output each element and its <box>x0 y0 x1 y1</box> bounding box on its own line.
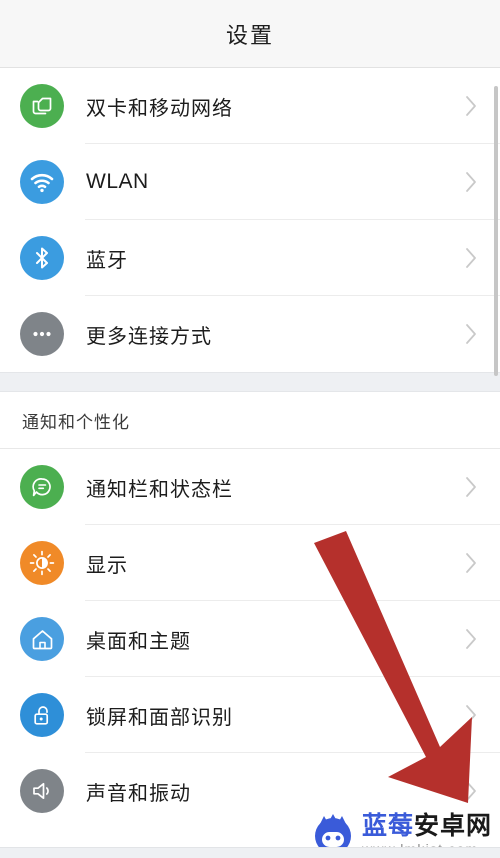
chevron-right-icon <box>448 476 478 498</box>
settings-item-label: 更多连接方式 <box>86 323 212 348</box>
group-separator <box>0 372 500 392</box>
settings-item-home-screen-theme[interactable]: 桌面和主题 <box>0 601 500 677</box>
group-header-label: 通知和个性化 <box>22 412 130 433</box>
settings-item-dual-sim-mobile-network[interactable]: 双卡和移动网络 <box>0 68 500 144</box>
settings-group-connectivity: 双卡和移动网络 WLAN 蓝牙 更多连接方式 <box>0 68 500 372</box>
sim-card-icon <box>20 84 64 128</box>
scrollbar[interactable] <box>494 68 498 858</box>
settings-item-more-connections[interactable]: 更多连接方式 <box>0 296 500 372</box>
chevron-right-icon <box>448 704 478 726</box>
settings-list: 双卡和移动网络 WLAN 蓝牙 更多连接方式 通知和个性化 通知栏和状态栏 显示… <box>0 68 500 829</box>
speech-bubble-icon <box>20 465 64 509</box>
settings-item-label: WLAN <box>86 170 149 193</box>
unlocked-padlock-icon <box>20 693 64 737</box>
watermark-title-blue: 蓝莓 <box>361 810 414 840</box>
settings-item-label: 双卡和移动网络 <box>86 95 233 120</box>
settings-item-label: 显示 <box>86 552 128 577</box>
chevron-right-icon <box>448 628 478 650</box>
group-header: 通知和个性化 <box>0 392 500 449</box>
settings-screen: 设置 双卡和移动网络 WLAN 蓝牙 更多连接方式 通知和个性化 通知栏和状态栏… <box>0 0 500 858</box>
scrollbar-thumb[interactable] <box>494 86 498 376</box>
chevron-right-icon <box>448 171 478 193</box>
bottom-edge <box>0 847 500 858</box>
chevron-right-icon <box>448 323 478 345</box>
settings-item-lock-screen-face-unlock[interactable]: 锁屏和面部识别 <box>0 677 500 753</box>
settings-item-display[interactable]: 显示 <box>0 525 500 601</box>
page-title: 设置 <box>225 23 274 49</box>
settings-item-label: 桌面和主题 <box>86 628 191 653</box>
wifi-icon <box>20 160 64 204</box>
more-dots-icon <box>20 312 64 356</box>
settings-item-label: 锁屏和面部识别 <box>86 704 233 729</box>
brightness-sun-icon <box>20 541 64 585</box>
settings-item-label: 声音和振动 <box>86 780 191 805</box>
speaker-volume-icon <box>20 769 64 813</box>
watermark-title-dark: 安卓网 <box>413 810 492 840</box>
chevron-right-icon <box>448 95 478 117</box>
chevron-right-icon <box>448 552 478 574</box>
home-house-icon <box>20 617 64 661</box>
settings-item-label: 通知栏和状态栏 <box>86 476 233 501</box>
watermark-title: 蓝莓安卓网 <box>362 813 492 838</box>
chevron-right-icon <box>448 780 478 802</box>
settings-group-notification-personalization: 通知和个性化 通知栏和状态栏 显示 桌面和主题 锁屏和面部识别 声音和振动 <box>0 392 500 829</box>
settings-item-wlan[interactable]: WLAN <box>0 144 500 220</box>
app-header: 设置 <box>0 0 500 68</box>
settings-item-bluetooth[interactable]: 蓝牙 <box>0 220 500 296</box>
settings-item-notification-status-bar[interactable]: 通知栏和状态栏 <box>0 449 500 525</box>
settings-item-label: 蓝牙 <box>86 247 128 272</box>
bluetooth-icon <box>20 236 64 280</box>
chevron-right-icon <box>448 247 478 269</box>
